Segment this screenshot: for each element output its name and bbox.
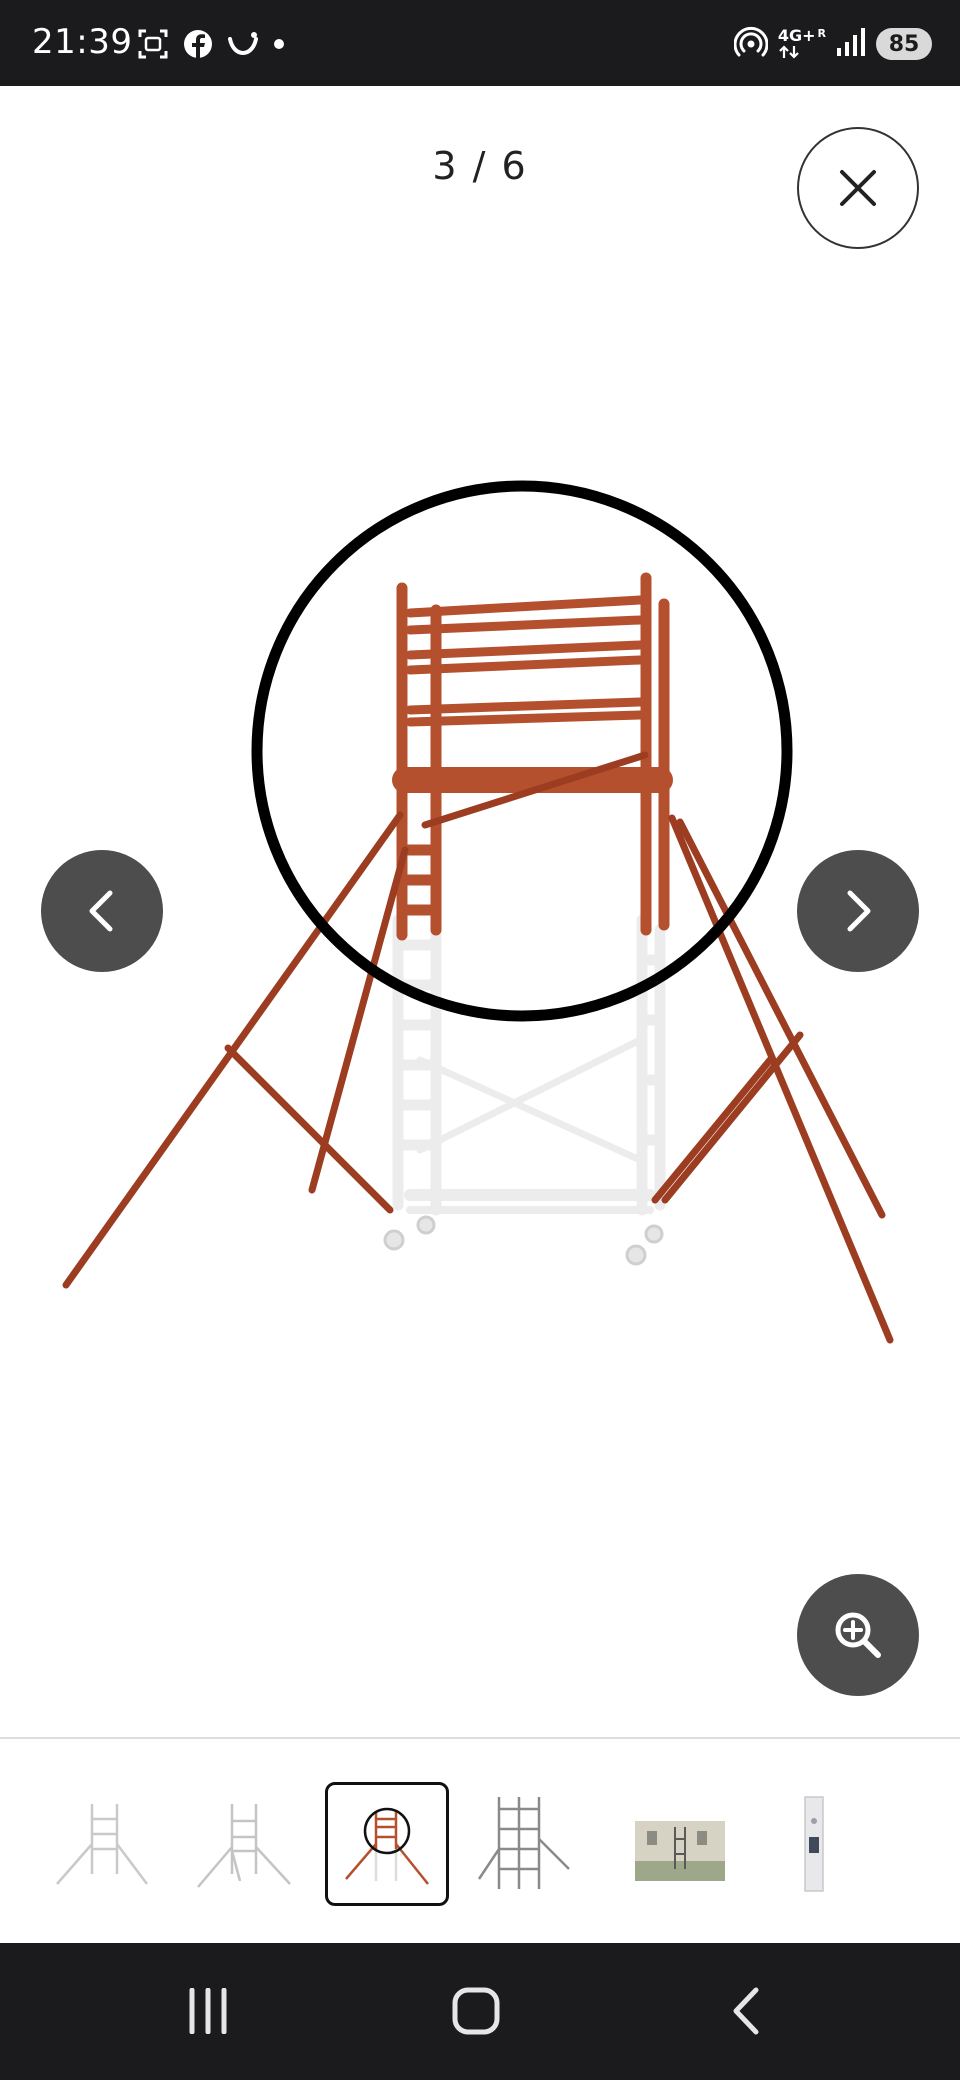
thumbnail-strip (0, 1760, 960, 1920)
thumbnail-6[interactable] (752, 1782, 876, 1906)
back-button[interactable] (706, 1979, 786, 2043)
thumbnail-image (477, 1797, 570, 1889)
facebook-icon (182, 28, 214, 65)
smile-icon (226, 29, 260, 64)
thumbnail-3[interactable] (325, 1782, 449, 1906)
zoom-button[interactable] (797, 1574, 919, 1696)
hotspot-icon (733, 25, 769, 64)
close-icon (840, 170, 876, 206)
scaffold-white-lower (392, 914, 666, 1216)
battery-indicator: 85 (876, 28, 932, 60)
thumbnail-image (635, 1821, 725, 1881)
roaming-label: R (817, 27, 826, 40)
scaffold-wheels (383, 1215, 664, 1266)
next-image-button[interactable] (797, 850, 919, 972)
network-type-label: 4G+ (777, 26, 816, 45)
screenshot-icon (136, 27, 170, 66)
system-nav-bar (0, 1943, 960, 2080)
thumbnail-1[interactable] (40, 1782, 164, 1906)
recent-apps-button[interactable] (168, 1979, 248, 2043)
network-indicator: 4G+ R (778, 28, 826, 60)
status-bar: 21:39 4G+ R 85 (0, 0, 960, 86)
thumbnail-5[interactable] (610, 1782, 734, 1906)
chevron-right-icon (847, 890, 871, 932)
status-icons-left (136, 26, 286, 66)
highlight-circle (251, 480, 793, 1022)
back-icon (733, 1987, 759, 2035)
data-arrows-icon (779, 45, 799, 59)
thumbnail-image (345, 1807, 429, 1885)
home-icon (452, 1987, 500, 2035)
status-time: 21:39 (32, 22, 133, 62)
recent-apps-icon (189, 1988, 227, 2034)
thumbnail-2[interactable] (183, 1782, 307, 1906)
thumbnail-4[interactable] (462, 1782, 586, 1906)
status-icons-right: 4G+ R 85 (733, 22, 932, 66)
close-button[interactable] (797, 127, 919, 249)
scaffold-orange-upper (392, 572, 673, 941)
thumbnail-image (197, 1804, 291, 1888)
dot-icon (272, 37, 286, 56)
signal-icon (836, 26, 866, 63)
divider (0, 1737, 960, 1739)
chevron-left-icon (89, 890, 113, 932)
image-counter: 3 / 6 (432, 144, 528, 188)
zoom-in-icon (835, 1612, 881, 1658)
previous-image-button[interactable] (41, 850, 163, 972)
thumbnail-image (804, 1796, 824, 1892)
home-button[interactable] (436, 1979, 516, 2043)
thumbnail-image (56, 1804, 148, 1885)
